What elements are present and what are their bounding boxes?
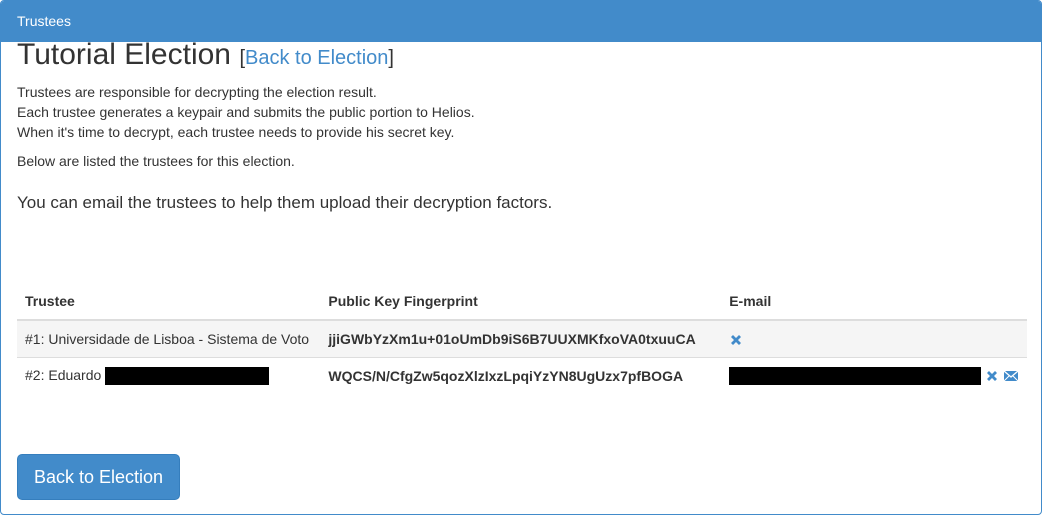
trustees-table: Trustee Public Key Fingerprint E-mail #1… [17, 283, 1027, 394]
close-icon[interactable] [729, 333, 743, 347]
header-email: E-mail [721, 283, 1027, 321]
trustee-fingerprint: jjiGWbYzXm1u+01oUmDb9iS6B7UUXMKfxoVA0txu… [320, 319, 722, 358]
email-note: You can email the trustees to help them … [17, 193, 553, 212]
trustee-name: #2: Eduardo [25, 366, 102, 383]
description-line: Trustees are responsible for decrypting … [17, 84, 377, 100]
back-to-election-link[interactable]: Back to Election [245, 47, 388, 69]
title-row: Tutorial Election [Back to Election] [17, 38, 394, 72]
trustee-email-cell [721, 319, 1027, 358]
description-line: Each trustee generates a keypair and sub… [17, 104, 475, 120]
back-link-wrapper: [Back to Election] [239, 47, 394, 69]
bracket-close: ] [388, 47, 394, 69]
trustee-name-cell: #2: Eduardo [17, 357, 321, 394]
trustee-name: #1: Universidade de Lisboa - Sistema de … [17, 319, 321, 358]
trustee-description: Trustees are responsible for decrypting … [17, 82, 475, 142]
table-header-row: Trustee Public Key Fingerprint E-mail [17, 283, 1027, 321]
table-row: #1: Universidade de Lisboa - Sistema de … [17, 319, 1027, 358]
header-trustee: Trustee [17, 283, 321, 321]
redacted-name [105, 367, 270, 386]
header-fingerprint: Public Key Fingerprint [320, 283, 722, 321]
trustee-email-cell [721, 357, 1027, 394]
back-to-election-button[interactable]: Back to Election [17, 454, 180, 500]
listed-text: Below are listed the trustees for this e… [17, 153, 295, 169]
redacted-email [729, 367, 982, 386]
trustee-fingerprint: WQCS/N/CfgZw5qozXlzIxzLpqiYzYN8UgUzx7pfB… [320, 357, 722, 394]
table-row: #2: Eduardo WQCS/N/CfgZw5qozXlzIxzLpqiYz… [17, 357, 1027, 394]
trustees-panel: Trustees Tutorial Election [Back to Elec… [0, 0, 1042, 515]
close-icon[interactable] [985, 369, 999, 383]
envelope-icon[interactable] [1003, 369, 1019, 383]
page-title: Tutorial Election [17, 38, 231, 71]
description-line: When it's time to decrypt, each trustee … [17, 124, 455, 140]
panel-heading: Trustees [1, 1, 1041, 42]
